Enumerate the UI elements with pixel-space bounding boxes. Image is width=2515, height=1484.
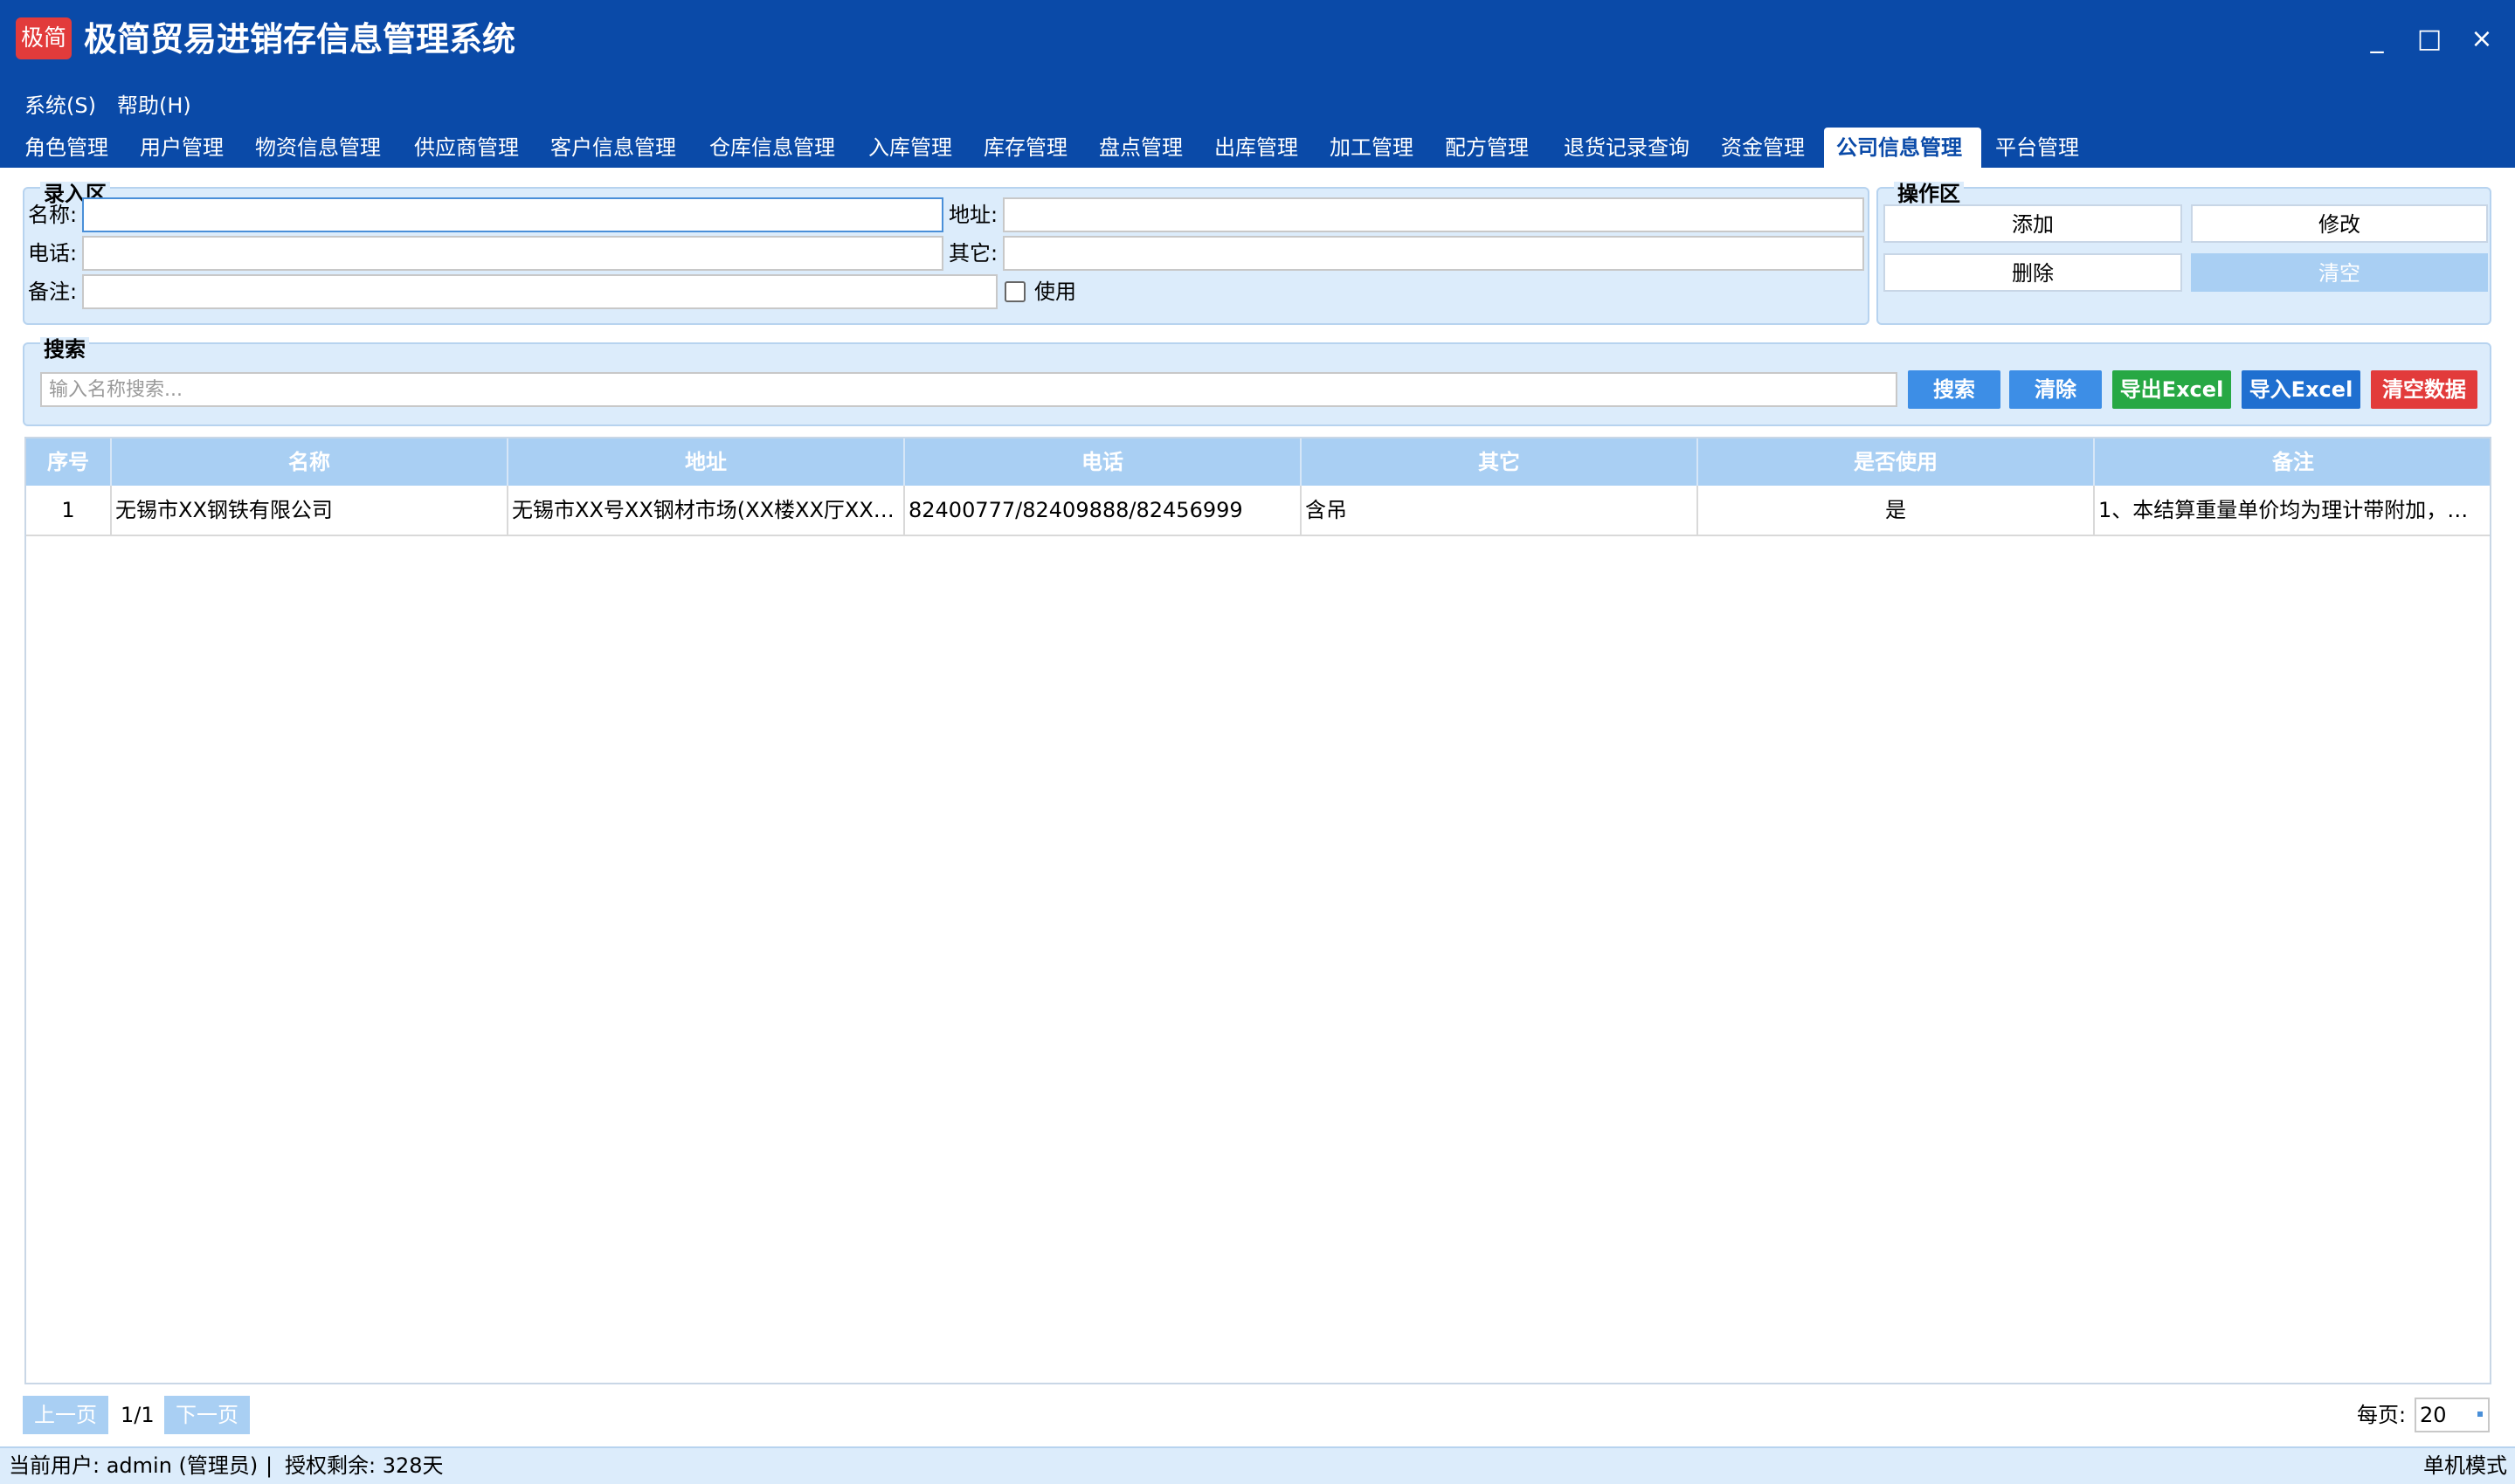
close-icon[interactable]: × (2460, 17, 2504, 61)
operations-group-title: 操作区 (1894, 182, 1964, 206)
per-page-value: 20 (2420, 1403, 2447, 1427)
tab-user[interactable]: 用户管理 (128, 128, 236, 168)
cell-in-use: 是 (1698, 486, 2095, 535)
export-excel-button[interactable]: 导出Excel (2112, 370, 2231, 409)
status-separator: | (266, 1453, 273, 1478)
table-row[interactable]: 1 无锡市XX钢铁有限公司 无锡市XX号XX钢材市场(XX楼XX厅XXX室) 8… (26, 486, 2490, 536)
entry-group: 录入区 名称: 地址: 电话: 其它: 备注: 使用 (23, 182, 1869, 325)
tab-funds[interactable]: 资金管理 (1709, 128, 1817, 168)
menu-bar: 系统(S) 帮助(H) (0, 84, 2515, 128)
remark-label: 备注: (28, 280, 78, 304)
tab-inventory[interactable]: 库存管理 (971, 128, 1080, 168)
tab-returns[interactable]: 退货记录查询 (1551, 128, 1702, 168)
tab-material[interactable]: 物资信息管理 (243, 128, 393, 168)
tab-stocktake[interactable]: 盘点管理 (1087, 128, 1195, 168)
col-header-in-use[interactable]: 是否使用 (1698, 438, 2095, 486)
search-button[interactable]: 搜索 (1908, 370, 2000, 409)
col-header-remark[interactable]: 备注 (2095, 438, 2491, 486)
use-checkbox[interactable] (1005, 281, 1026, 302)
tab-supplier[interactable]: 供应商管理 (402, 128, 531, 168)
other-label: 其它: (949, 241, 998, 266)
col-header-address[interactable]: 地址 (508, 438, 905, 486)
tab-company[interactable]: 公司信息管理 (1824, 128, 1981, 168)
edit-button[interactable]: 修改 (2191, 204, 2488, 243)
search-input[interactable] (40, 372, 1897, 407)
address-label: 地址: (949, 203, 998, 227)
page-indicator: 1/1 (121, 1403, 155, 1427)
minimize-icon[interactable]: _ (2355, 17, 2399, 61)
maximize-icon[interactable]: □ (2408, 17, 2451, 61)
address-input[interactable] (1003, 197, 1864, 232)
menu-system[interactable]: 系统(S) (24, 84, 96, 128)
per-page-stepper[interactable]: 20 (2415, 1398, 2490, 1432)
table-header: 序号 名称 地址 电话 其它 是否使用 备注 (26, 438, 2490, 486)
tab-role[interactable]: 角色管理 (12, 128, 121, 168)
operations-group: 操作区 添加 修改 删除 清空 (1876, 182, 2491, 325)
status-license: 授权剩余: 328天 (285, 1453, 444, 1478)
search-clear-button[interactable]: 清除 (2009, 370, 2102, 409)
delete-button[interactable]: 删除 (1883, 253, 2182, 292)
status-user: 当前用户: admin (管理员) (9, 1453, 259, 1478)
app-window: 极简 极简贸易进销存信息管理系统 _ □ × 系统(S) 帮助(H) 角色管理 … (0, 0, 2515, 1484)
tab-warehouse[interactable]: 仓库信息管理 (697, 128, 847, 168)
tab-formula[interactable]: 配方管理 (1433, 128, 1541, 168)
cell-index: 1 (26, 486, 112, 535)
stepper-arrow-icon[interactable] (2477, 1412, 2483, 1417)
content-area: 录入区 名称: 地址: 电话: 其它: 备注: 使用 操作区 添加 修改 删除 … (0, 168, 2515, 1446)
col-header-phone[interactable]: 电话 (905, 438, 1302, 486)
menu-help[interactable]: 帮助(H) (117, 84, 191, 128)
col-header-other[interactable]: 其它 (1302, 438, 1698, 486)
tab-customer[interactable]: 客户信息管理 (538, 128, 688, 168)
col-header-name[interactable]: 名称 (112, 438, 508, 486)
phone-input[interactable] (82, 236, 943, 271)
search-group-title: 搜索 (40, 337, 89, 362)
name-label: 名称: (28, 203, 78, 227)
import-excel-button[interactable]: 导入Excel (2242, 370, 2360, 409)
cell-name: 无锡市XX钢铁有限公司 (112, 486, 508, 535)
name-input[interactable] (82, 197, 943, 232)
remark-input[interactable] (82, 274, 998, 309)
company-table: 序号 名称 地址 电话 其它 是否使用 备注 1 无锡市XX钢铁有限公司 无锡市… (24, 437, 2491, 1384)
tab-platform[interactable]: 平台管理 (1983, 128, 2091, 168)
tab-inbound[interactable]: 入库管理 (856, 128, 964, 168)
phone-label: 电话: (28, 241, 78, 266)
clear-form-button[interactable]: 清空 (2191, 253, 2488, 292)
tab-outbound[interactable]: 出库管理 (1202, 128, 1310, 168)
other-input[interactable] (1003, 236, 1864, 271)
app-logo: 极简 (16, 17, 72, 59)
add-button[interactable]: 添加 (1883, 204, 2182, 243)
cell-phone: 82400777/82409888/82456999 (905, 486, 1302, 535)
per-page-label: 每页: (2357, 1403, 2407, 1427)
status-mode: 单机模式 (2423, 1453, 2507, 1478)
cell-remark: 1、本结算重量单价均为理计带附加，如... (2098, 498, 2489, 522)
next-page-button[interactable]: 下一页 (164, 1396, 250, 1434)
module-tabs: 角色管理 用户管理 物资信息管理 供应商管理 客户信息管理 仓库信息管理 入库管… (0, 128, 2515, 168)
search-group: 搜索 搜索 清除 导出Excel 导入Excel 清空数据 (23, 337, 2491, 426)
tab-processing[interactable]: 加工管理 (1317, 128, 1426, 168)
app-title: 极简贸易进销存信息管理系统 (84, 20, 516, 59)
cell-other: 含吊 (1302, 486, 1698, 535)
prev-page-button[interactable]: 上一页 (23, 1396, 108, 1434)
use-label: 使用 (1034, 280, 1076, 304)
title-bar: 极简 极简贸易进销存信息管理系统 _ □ × (0, 0, 2515, 84)
clear-data-button[interactable]: 清空数据 (2371, 370, 2477, 409)
status-bar: 当前用户: admin (管理员) | 授权剩余: 328天 单机模式 (0, 1446, 2515, 1484)
cell-address: 无锡市XX号XX钢材市场(XX楼XX厅XXX室) (508, 486, 905, 535)
col-header-index[interactable]: 序号 (26, 438, 112, 486)
